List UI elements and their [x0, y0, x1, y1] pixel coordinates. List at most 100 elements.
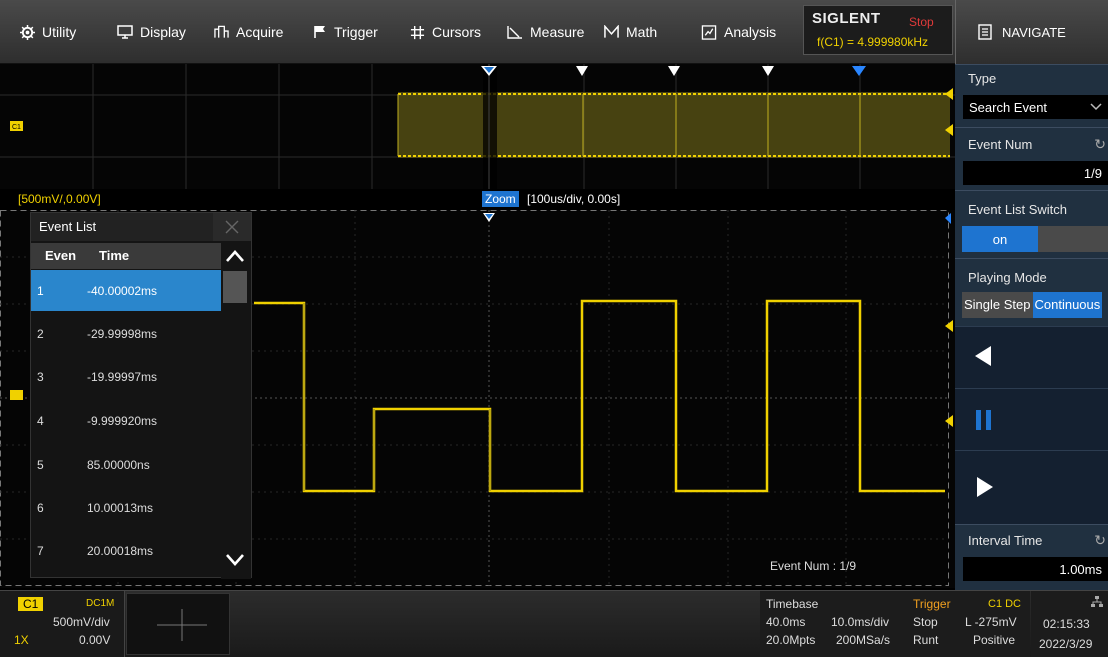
chevron-up-icon[interactable]	[225, 249, 245, 263]
menu-trigger[interactable]: Trigger	[313, 0, 378, 64]
gear-icon	[20, 24, 35, 40]
close-button[interactable]	[213, 213, 251, 241]
probe-ratio: 1X	[14, 633, 29, 647]
menu-trigger-label: Trigger	[334, 24, 378, 40]
channel-badge: C1	[18, 597, 44, 611]
event-time: 10.00013ms	[87, 501, 154, 515]
menu-bar: Utility Display Acquire Trigger Cursors …	[0, 0, 955, 64]
type-block[interactable]: Type Search Event	[955, 64, 1108, 127]
timebase-label: Timebase	[766, 597, 819, 611]
clock-date: 2022/3/29	[1039, 637, 1093, 651]
zoom-setting: [100us/div, 0.00s]	[527, 192, 621, 206]
timebase-div: 10.0ms/div	[831, 615, 890, 629]
interval-time-value: 1.00ms	[1059, 561, 1102, 577]
list-item[interactable]: 6 10.00013ms	[31, 487, 221, 528]
list-item[interactable]: 5 85.00000ns	[31, 444, 221, 485]
list-item[interactable]: 7 20.00018ms	[31, 530, 221, 571]
display-icon	[117, 25, 133, 39]
menu-cursors-label: Cursors	[432, 24, 482, 40]
event-time: -40.00002ms	[87, 284, 158, 298]
event-time: 85.00000ns	[87, 458, 150, 472]
c1-main-marker	[10, 390, 23, 400]
menu-math[interactable]: Math	[604, 0, 657, 64]
col-time: Time	[99, 248, 130, 263]
sample-rate: 200MSa/s	[836, 633, 891, 647]
cursors-icon	[410, 25, 425, 39]
play-forward-button[interactable]	[955, 450, 1108, 526]
toggle-on[interactable]: on	[962, 226, 1038, 252]
flag-icon	[314, 26, 325, 38]
event-time: 20.00018ms	[87, 544, 154, 558]
mode-single-step[interactable]: Single Step	[962, 292, 1033, 318]
event-number: 7	[37, 544, 44, 558]
zoom-badge[interactable]: Zoom	[482, 191, 519, 207]
c1-waveform	[254, 299, 945, 493]
menu-acquire[interactable]: Acquire	[214, 0, 283, 64]
zoom-window-marker	[483, 64, 497, 189]
event-list-switch-toggle[interactable]: on	[962, 226, 1108, 252]
menu-display[interactable]: Display	[117, 0, 186, 64]
menu-measure[interactable]: Measure	[507, 0, 584, 64]
add-channel-slot[interactable]	[126, 593, 230, 655]
event-time: -29.99998ms	[87, 327, 158, 341]
playing-mode-selector[interactable]: Single Step Continuous	[962, 292, 1108, 318]
menu-display-label: Display	[140, 24, 186, 40]
close-icon	[225, 220, 239, 234]
event-list-title: Event List	[39, 219, 97, 234]
svg-text:C1: C1	[12, 124, 21, 131]
scrollbar-thumb[interactable]	[223, 271, 247, 303]
trigger-label: Trigger	[913, 597, 951, 611]
type-value: Search Event	[969, 99, 1048, 115]
event-number: 6	[37, 501, 44, 515]
event-num-block[interactable]: Event Num ↻ 1/9	[955, 127, 1108, 190]
list-item[interactable]: 3 -19.99997ms	[31, 356, 221, 397]
analysis-icon	[701, 24, 717, 40]
col-event: Even	[45, 248, 77, 263]
menu-analysis[interactable]: Analysis	[701, 0, 776, 64]
chevron-down-icon[interactable]	[225, 553, 245, 567]
trigger-info[interactable]: Trigger C1 DC Stop L -275mV Runt Positiv…	[910, 591, 1030, 657]
knob-icon: ↻	[1094, 532, 1106, 548]
event-num-field[interactable]: 1/9	[963, 161, 1108, 185]
list-item[interactable]: 4 -9.999920ms	[31, 400, 221, 441]
timebase-info[interactable]: Timebase 40.0ms 10.0ms/div 20.0Mpts 200M…	[760, 591, 910, 657]
play-left-icon	[975, 346, 991, 366]
menu-cursors[interactable]: Cursors	[410, 0, 481, 64]
mode-continuous[interactable]: Continuous	[1032, 292, 1103, 318]
siglent-logo: SIGLENT	[812, 10, 881, 27]
menu-acquire-label: Acquire	[236, 24, 284, 40]
pause-icon	[976, 410, 991, 430]
overview-grid: C1	[0, 64, 955, 189]
list-item[interactable]: 2 -29.99998ms	[31, 313, 221, 354]
event-number: 5	[37, 458, 44, 472]
trigger-type: Runt	[913, 633, 939, 647]
channel-info[interactable]: C1 DC1M 500mV/div 1X 0.00V	[0, 591, 125, 657]
navigate-header[interactable]: NAVIGATE	[955, 0, 1108, 64]
event-list-header: Even Time	[31, 243, 221, 269]
overview-waveform-area[interactable]: C1	[0, 64, 955, 189]
clock-time: 02:15:33	[1043, 617, 1090, 631]
event-list-titlebar: Event List	[31, 213, 251, 241]
timebase-delay: 40.0ms	[766, 615, 806, 629]
event-num-label: Event Num	[968, 137, 1033, 152]
playing-mode-label: Playing Mode	[968, 270, 1047, 285]
frequency-counter: f(C1) = 4.999980kHz	[817, 35, 929, 49]
memory-depth: 20.0Mpts	[766, 633, 816, 647]
event-number: 3	[37, 370, 44, 384]
brand-status-box: SIGLENT Stop f(C1) = 4.999980kHz	[803, 5, 953, 55]
status-bar: C1 DC1M 500mV/div 1X 0.00V Timebase 40.0…	[0, 590, 1108, 657]
pause-button[interactable]	[955, 388, 1108, 450]
type-select[interactable]: Search Event	[963, 95, 1108, 119]
interval-time-block[interactable]: Interval Time ↻ 1.00ms	[955, 524, 1108, 590]
zoom-info-bar: [500mV/,0.00V] Zoom [100us/div, 0.00s]	[0, 189, 955, 210]
event-markers	[481, 66, 866, 76]
event-number: 2	[37, 327, 44, 341]
list-item[interactable]: 1 -40.00002ms	[31, 270, 221, 311]
interval-time-field[interactable]: 1.00ms	[963, 557, 1108, 581]
clock-info: 02:15:33 2022/3/29	[1031, 591, 1108, 657]
menu-utility[interactable]: Utility	[20, 0, 76, 64]
overview-signal-band	[398, 92, 950, 158]
type-label: Type	[968, 71, 997, 86]
network-icon	[1091, 596, 1103, 607]
run-state[interactable]: Stop	[909, 15, 934, 29]
